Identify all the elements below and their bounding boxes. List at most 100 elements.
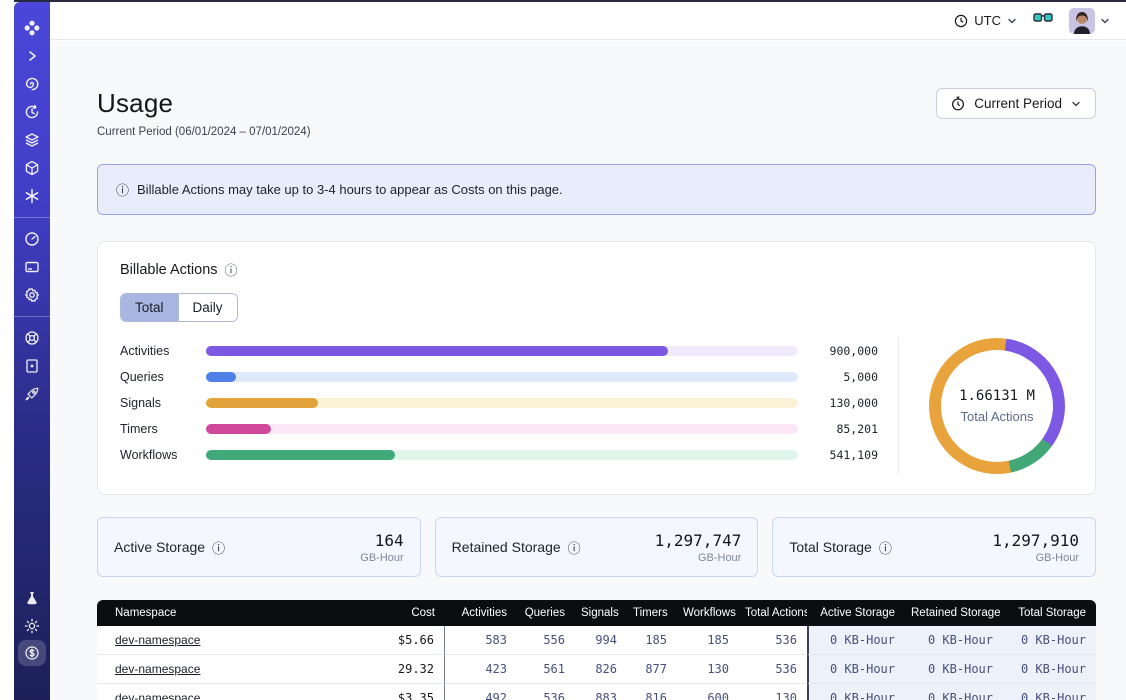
cell-workflows: 600 (677, 684, 739, 700)
namespace-usage-table: Namespace Cost Activities Queries Signal… (97, 600, 1096, 700)
main-content: Usage Current Period (06/01/2024 – 07/01… (50, 41, 1126, 700)
billable-actions-card: Billable Actions ⓘ Total Daily Activitie… (97, 241, 1096, 495)
tab-daily[interactable]: Daily (178, 294, 237, 321)
bar-fill (206, 372, 236, 382)
cell-total-storage: 0 KB-Hour (1003, 655, 1096, 684)
bar-label: Signals (120, 396, 206, 410)
deployments-cube-icon[interactable] (14, 154, 50, 182)
nexus-asterisk-icon[interactable] (14, 182, 50, 210)
layers-icon[interactable] (14, 126, 50, 154)
bar-label: Activities (120, 344, 206, 358)
bar-label: Workflows (120, 448, 206, 462)
info-icon[interactable]: ⓘ (225, 260, 238, 279)
billable-actions-chart: Activities 900,000 Queries 5,000 Signals… (120, 338, 1095, 474)
col-total-storage: Total Storage (1003, 600, 1096, 626)
period-select-button[interactable]: Current Period (936, 88, 1096, 119)
bar-value: 5,000 (798, 370, 878, 384)
cell-activities: 492 (445, 684, 517, 700)
storage-card-label: Active Storage (114, 539, 205, 555)
cell-total-actions: 536 (739, 626, 807, 655)
donut-total-value: 1.66131 M (959, 388, 1035, 404)
info-banner: ⓘ Billable Actions may take up to 3-4 ho… (97, 164, 1096, 215)
cell-active-storage: 0 KB-Hour (807, 626, 905, 655)
bar-value: 541,109 (798, 448, 878, 462)
cell-queries: 556 (517, 626, 575, 655)
docs-book-icon[interactable] (14, 352, 50, 380)
info-icon[interactable]: ⓘ (568, 538, 581, 557)
bar-row-queries: Queries 5,000 (120, 364, 878, 390)
table-row: dev-namespace $5.66 583 556 994 185 185 … (97, 626, 1096, 655)
schedules-icon[interactable] (14, 98, 50, 126)
feedback-glasses-icon[interactable] (1033, 11, 1053, 30)
total-storage-card: Total Storage ⓘ 1,297,910 GB-Hour (772, 517, 1096, 577)
col-workflows: Workflows (677, 600, 739, 626)
chevron-down-icon (1100, 16, 1110, 26)
window-top-edge (14, 0, 1126, 2)
temporal-logo-icon[interactable] (14, 14, 50, 42)
info-icon: ⓘ (116, 180, 129, 199)
namespaces-icon[interactable] (14, 70, 50, 98)
cell-retained-storage: 0 KB-Hour (905, 655, 1003, 684)
cell-queries: 536 (517, 684, 575, 700)
bar-track (206, 450, 798, 460)
cell-activities: 423 (445, 655, 517, 684)
col-active-storage: Active Storage (807, 600, 905, 626)
bar-track (206, 398, 798, 408)
bar-fill (206, 346, 668, 356)
total-actions-donut-chart: 1.66131 M Total Actions (929, 338, 1065, 474)
bar-label: Timers (120, 422, 206, 436)
billing-card-icon[interactable] (14, 253, 50, 281)
col-cost: Cost (359, 600, 445, 626)
pricing-dollar-icon[interactable] (18, 640, 46, 666)
timezone-dropdown[interactable]: UTC (954, 13, 1017, 28)
cell-total-storage: 0 KB-Hour (1003, 684, 1096, 700)
expand-sidebar-icon[interactable] (14, 42, 50, 70)
col-retained-storage: Retained Storage (905, 600, 1003, 626)
col-total-actions: Total Actions (739, 600, 807, 626)
active-storage-card: Active Storage ⓘ 164 GB-Hour (97, 517, 421, 577)
info-icon[interactable]: ⓘ (879, 538, 892, 557)
clock-icon (954, 14, 968, 28)
cell-cost: $5.66 (359, 626, 445, 655)
table-row: dev-namespace $3.35 492 536 883 816 600 … (97, 684, 1096, 700)
user-menu[interactable] (1069, 8, 1110, 34)
namespace-link[interactable]: dev-namespace (115, 691, 200, 700)
chevron-down-icon (1071, 99, 1081, 109)
bar-fill (206, 398, 318, 408)
user-avatar[interactable] (1069, 8, 1095, 34)
storage-card-value: 1,297,910 (992, 531, 1079, 550)
cell-workflows: 130 (677, 655, 739, 684)
sidebar-divider (14, 316, 50, 317)
bar-row-activities: Activities 900,000 (120, 338, 878, 364)
support-lifebuoy-icon[interactable] (14, 324, 50, 352)
bar-fill (206, 424, 271, 434)
table-row: dev-namespace 29.32 423 561 826 877 130 … (97, 655, 1096, 684)
info-icon[interactable]: ⓘ (212, 538, 225, 557)
bar-row-workflows: Workflows 541,109 (120, 442, 878, 468)
cell-total-actions: 130 (739, 684, 807, 700)
storage-card-value: 164 (360, 531, 403, 550)
timezone-label: UTC (974, 13, 1001, 28)
cell-timers: 877 (627, 655, 677, 684)
col-signals: Signals (575, 600, 627, 626)
tab-total[interactable]: Total (121, 294, 178, 321)
topbar: UTC (50, 2, 1126, 40)
getting-started-rocket-icon[interactable] (14, 380, 50, 408)
namespace-link[interactable]: dev-namespace (115, 662, 200, 676)
settings-gear-icon[interactable] (14, 281, 50, 309)
theme-sun-icon[interactable] (14, 612, 50, 640)
labs-flask-icon[interactable] (14, 584, 50, 612)
cell-cost: $3.35 (359, 684, 445, 700)
bar-value: 85,201 (798, 422, 878, 436)
cell-retained-storage: 0 KB-Hour (905, 684, 1003, 700)
billable-actions-title: Billable Actions (120, 262, 218, 278)
namespace-link[interactable]: dev-namespace (115, 633, 200, 647)
cell-signals: 994 (575, 626, 627, 655)
cell-active-storage: 0 KB-Hour (807, 655, 905, 684)
billable-view-tabs: Total Daily (120, 293, 238, 322)
bar-track (206, 346, 798, 356)
usage-gauge-icon[interactable] (14, 225, 50, 253)
bar-fill (206, 450, 395, 460)
bar-label: Queries (120, 370, 206, 384)
storage-card-value: 1,297,747 (655, 531, 742, 550)
